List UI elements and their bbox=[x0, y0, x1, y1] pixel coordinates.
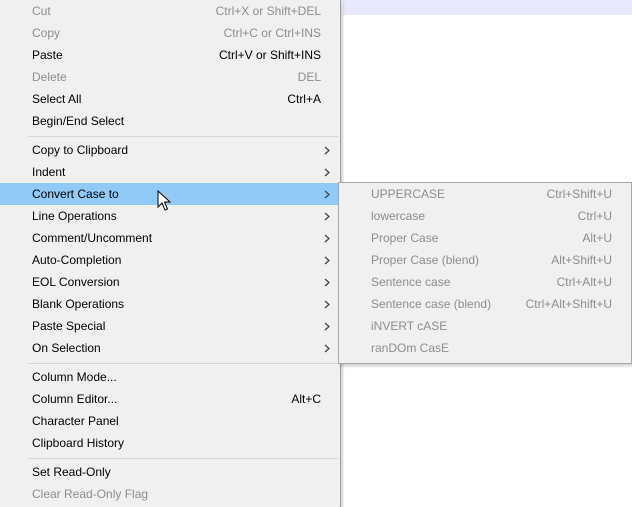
menu-item-cut[interactable]: Cut Ctrl+X or Shift+DEL bbox=[0, 0, 340, 22]
menu-item-label: Clipboard History bbox=[32, 436, 125, 450]
menu-item-shortcut: DEL bbox=[297, 70, 321, 84]
menu-item-indent[interactable]: Indent bbox=[0, 161, 340, 183]
menu-separator bbox=[28, 363, 338, 364]
submenu-item-label: ranDOm CasE bbox=[371, 341, 450, 355]
menu-item-label: Begin/End Select bbox=[32, 114, 125, 128]
menu-item-auto-completion[interactable]: Auto-Completion bbox=[0, 249, 340, 271]
menu-item-column-editor[interactable]: Column Editor... Alt+C bbox=[0, 388, 340, 410]
menu-item-label: Select All bbox=[32, 92, 82, 106]
edit-context-menu: Cut Ctrl+X or Shift+DEL Copy Ctrl+C or C… bbox=[0, 0, 341, 507]
submenu-item-label: Sentence case bbox=[371, 275, 451, 289]
submenu-item-label: UPPERCASE bbox=[371, 187, 446, 201]
convert-case-submenu: UPPERCASE Ctrl+Shift+U lowercase Ctrl+U … bbox=[338, 182, 632, 364]
menu-item-paste-special[interactable]: Paste Special bbox=[0, 315, 340, 337]
submenu-item-shortcut: Alt+Shift+U bbox=[551, 253, 612, 267]
chevron-right-icon bbox=[322, 139, 334, 161]
submenu-item-label: lowercase bbox=[371, 209, 426, 223]
chevron-right-icon bbox=[322, 161, 334, 183]
submenu-item-label: Proper Case bbox=[371, 231, 439, 245]
submenu-item-shortcut: Alt+U bbox=[582, 231, 612, 245]
chevron-right-icon bbox=[322, 183, 334, 205]
chevron-right-icon bbox=[322, 315, 334, 337]
menu-item-set-read-only[interactable]: Set Read-Only bbox=[0, 461, 340, 483]
submenu-item-proper-case[interactable]: Proper Case Alt+U bbox=[339, 227, 631, 249]
submenu-item-shortcut: Ctrl+Alt+U bbox=[556, 275, 612, 289]
submenu-item-sentence-case-blend[interactable]: Sentence case (blend) Ctrl+Alt+Shift+U bbox=[339, 293, 631, 315]
editor-highlighted-line bbox=[343, 0, 632, 15]
menu-item-copy[interactable]: Copy Ctrl+C or Ctrl+INS bbox=[0, 22, 340, 44]
menu-item-label: Indent bbox=[32, 165, 66, 179]
menu-item-paste[interactable]: Paste Ctrl+V or Shift+INS bbox=[0, 44, 340, 66]
menu-item-label: Set Read-Only bbox=[32, 465, 111, 479]
menu-item-clear-read-only-flag[interactable]: Clear Read-Only Flag bbox=[0, 483, 340, 505]
menu-separator bbox=[28, 458, 338, 459]
mouse-pointer-icon bbox=[157, 189, 172, 212]
menu-item-label: Blank Operations bbox=[32, 297, 125, 311]
submenu-item-shortcut: Ctrl+Shift+U bbox=[546, 187, 612, 201]
menu-item-label: EOL Conversion bbox=[32, 275, 120, 289]
menu-item-begin-end-select[interactable]: Begin/End Select bbox=[0, 110, 340, 132]
chevron-right-icon bbox=[322, 337, 334, 359]
menu-item-label: Paste Special bbox=[32, 319, 106, 333]
chevron-right-icon bbox=[322, 271, 334, 293]
menu-item-label: Clear Read-Only Flag bbox=[32, 487, 149, 501]
submenu-item-lowercase[interactable]: lowercase Ctrl+U bbox=[339, 205, 631, 227]
menu-item-blank-operations[interactable]: Blank Operations bbox=[0, 293, 340, 315]
menu-item-character-panel[interactable]: Character Panel bbox=[0, 410, 340, 432]
menu-item-label: Column Editor... bbox=[32, 392, 118, 406]
menu-item-shortcut: Ctrl+X or Shift+DEL bbox=[215, 4, 321, 18]
submenu-item-shortcut: Ctrl+U bbox=[577, 209, 612, 223]
menu-item-column-mode[interactable]: Column Mode... bbox=[0, 366, 340, 388]
menu-item-label: Character Panel bbox=[32, 414, 119, 428]
submenu-item-shortcut: Ctrl+Alt+Shift+U bbox=[525, 297, 612, 311]
submenu-item-label: Sentence case (blend) bbox=[371, 297, 492, 311]
submenu-item-label: Proper Case (blend) bbox=[371, 253, 480, 267]
menu-item-label: Auto-Completion bbox=[32, 253, 122, 267]
menu-item-delete[interactable]: Delete DEL bbox=[0, 66, 340, 88]
submenu-item-label: iNVERT cASE bbox=[371, 319, 448, 333]
submenu-item-uppercase[interactable]: UPPERCASE Ctrl+Shift+U bbox=[339, 183, 631, 205]
menu-item-shortcut: Ctrl+V or Shift+INS bbox=[218, 48, 321, 62]
menu-item-label: Line Operations bbox=[32, 209, 117, 223]
submenu-item-proper-case-blend[interactable]: Proper Case (blend) Alt+Shift+U bbox=[339, 249, 631, 271]
submenu-item-random-case[interactable]: ranDOm CasE bbox=[339, 337, 631, 359]
menu-item-on-selection[interactable]: On Selection bbox=[0, 337, 340, 359]
menu-item-eol-conversion[interactable]: EOL Conversion bbox=[0, 271, 340, 293]
chevron-right-icon bbox=[322, 227, 334, 249]
chevron-right-icon bbox=[322, 205, 334, 227]
menu-item-label: Convert Case to bbox=[32, 187, 119, 201]
menu-item-copy-to-clipboard[interactable]: Copy to Clipboard bbox=[0, 139, 340, 161]
menu-separator bbox=[28, 136, 338, 137]
menu-item-label: Cut bbox=[32, 4, 51, 18]
menu-item-comment-uncomment[interactable]: Comment/Uncomment bbox=[0, 227, 340, 249]
menu-item-label: Comment/Uncomment bbox=[32, 231, 153, 245]
chevron-right-icon bbox=[322, 293, 334, 315]
menu-item-select-all[interactable]: Select All Ctrl+A bbox=[0, 88, 340, 110]
menu-item-label: Column Mode... bbox=[32, 370, 117, 384]
chevron-right-icon bbox=[322, 249, 334, 271]
menu-item-clipboard-history[interactable]: Clipboard History bbox=[0, 432, 340, 454]
menu-item-label: Copy bbox=[32, 26, 61, 40]
menu-item-label: Paste bbox=[32, 48, 63, 62]
menu-item-shortcut: Ctrl+A bbox=[287, 92, 321, 106]
menu-item-shortcut: Alt+C bbox=[291, 392, 321, 406]
menu-item-label: Delete bbox=[32, 70, 67, 84]
menu-item-shortcut: Ctrl+C or Ctrl+INS bbox=[223, 26, 321, 40]
menu-item-label: On Selection bbox=[32, 341, 101, 355]
submenu-item-invert-case[interactable]: iNVERT cASE bbox=[339, 315, 631, 337]
menu-item-label: Copy to Clipboard bbox=[32, 143, 129, 157]
submenu-item-sentence-case[interactable]: Sentence case Ctrl+Alt+U bbox=[339, 271, 631, 293]
